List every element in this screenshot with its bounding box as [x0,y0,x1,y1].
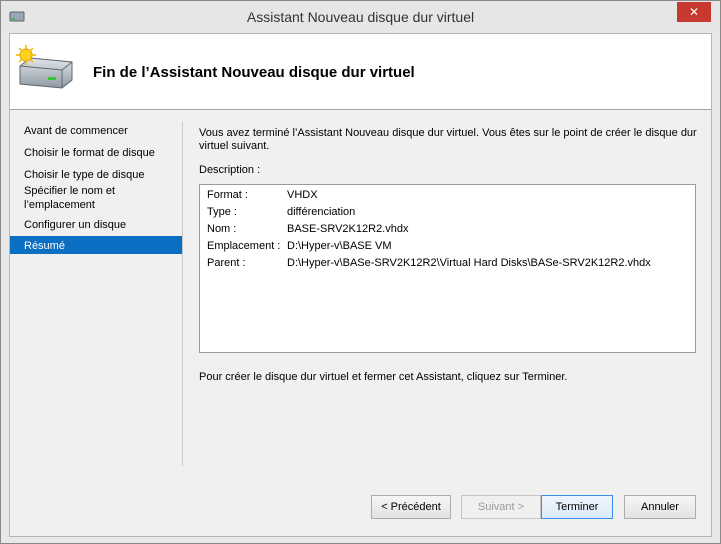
description-value: VHDX [287,189,318,201]
title-bar[interactable]: Assistant Nouveau disque dur virtuel ✕ [1,1,720,33]
window-title: Assistant Nouveau disque dur virtuel [246,9,475,25]
intro-text: Vous avez terminé l’Assistant Nouveau di… [199,127,697,153]
wizard-header: Fin de l’Assistant Nouveau disque dur vi… [10,34,711,110]
description-value: D:\Hyper-v\BASe-SRV2K12R2\Virtual Hard D… [287,257,651,269]
nav-step-type-disque[interactable]: Choisir le type de disque [10,164,182,182]
wizard-client-area: Fin de l’Assistant Nouveau disque dur vi… [9,33,712,537]
description-value: différenciation [287,206,356,218]
page-title: Fin de l’Assistant Nouveau disque dur vi… [93,64,415,81]
intro-line-1: Vous avez terminé l’Assistant Nouveau di… [199,127,697,139]
description-key: Parent : [207,257,246,269]
next-button[interactable]: Suivant > [461,495,541,519]
finish-instructions: Pour créer le disque dur virtuel et ferm… [199,371,568,383]
wizard-steps-nav: Avant de commencer Choisir le format de … [10,120,182,254]
nav-step-nom-emplacement[interactable]: Spécifier le nom et l’emplacement [10,182,182,216]
description-key: Nom : [207,223,237,235]
wizard-window: Assistant Nouveau disque dur virtuel ✕ F… [0,0,721,544]
nav-separator [182,122,183,466]
description-key: Type : [207,206,237,218]
nav-step-resume[interactable]: Résumé [10,236,182,254]
description-label: Description : [199,164,261,176]
finish-button[interactable]: Terminer [541,495,613,519]
intro-line-2: virtuel suivant. [199,140,270,152]
description-box[interactable]: Format : VHDX Type : différenciation Nom… [199,184,696,353]
nav-step-nom-line1: Spécifier le nom et [24,185,116,197]
description-value: D:\Hyper-v\BASE VM [287,240,392,252]
nav-step-configurer-disque[interactable]: Configurer un disque [10,216,182,236]
cancel-button[interactable]: Annuler [624,495,696,519]
previous-button[interactable]: < Précédent [371,495,451,519]
nav-step-avant-de-commencer[interactable]: Avant de commencer [10,120,182,142]
description-value: BASE-SRV2K12R2.vhdx [287,223,409,235]
new-virtual-disk-icon [16,45,73,89]
close-button[interactable]: ✕ [677,2,711,22]
description-key: Emplacement : [207,240,281,252]
description-key: Format : [207,189,248,201]
nav-step-format-disque[interactable]: Choisir le format de disque [10,142,182,164]
nav-step-nom-line2: l’emplacement [24,199,95,211]
